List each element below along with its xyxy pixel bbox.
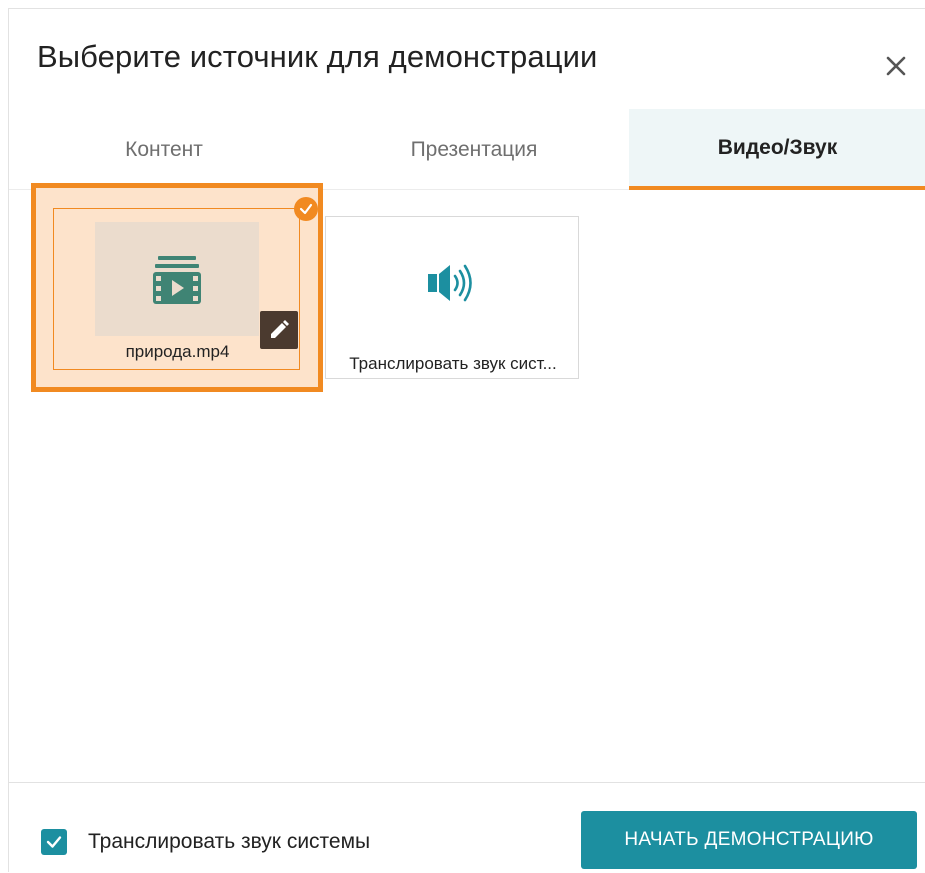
checkmark-icon xyxy=(299,203,313,215)
source-label-system-audio: Транслировать звук сист... xyxy=(349,354,557,373)
source-label-video: природа.mp4 xyxy=(125,342,230,361)
speaker-icon xyxy=(428,264,472,302)
tab-video-audio[interactable]: Видео/Звук xyxy=(629,109,925,190)
dialog-title: Выберите источник для демонстрации xyxy=(37,39,598,74)
close-icon xyxy=(886,56,906,76)
video-thumbnail xyxy=(95,222,298,349)
system-audio-checkbox-label[interactable]: Транслировать звук системы xyxy=(88,830,370,854)
pencil-icon xyxy=(271,320,289,338)
tab-presentation[interactable]: Презентация xyxy=(319,109,629,190)
tab-content[interactable]: Контент xyxy=(9,109,319,190)
start-demonstration-button[interactable]: НАЧАТЬ ДЕМОНСТРАЦИЮ xyxy=(581,811,917,869)
source-card-system-audio[interactable]: Транслировать звук сист... xyxy=(325,216,579,379)
system-audio-checkbox[interactable] xyxy=(41,829,67,855)
selected-check-badge xyxy=(294,197,318,221)
source-select-dialog: Выберите источник для демонстрации Конте… xyxy=(8,8,925,872)
close-button[interactable] xyxy=(881,51,911,81)
video-file-icon xyxy=(153,256,201,304)
checkmark-icon xyxy=(46,836,62,848)
dialog-footer: Транслировать звук системы НАЧАТЬ ДЕМОНС… xyxy=(9,782,925,873)
source-card-video[interactable]: природа.mp4 xyxy=(31,183,323,392)
tab-bar: Контент Презентация Видео/Звук xyxy=(9,109,925,190)
source-card-video-inner: природа.mp4 xyxy=(53,208,300,370)
